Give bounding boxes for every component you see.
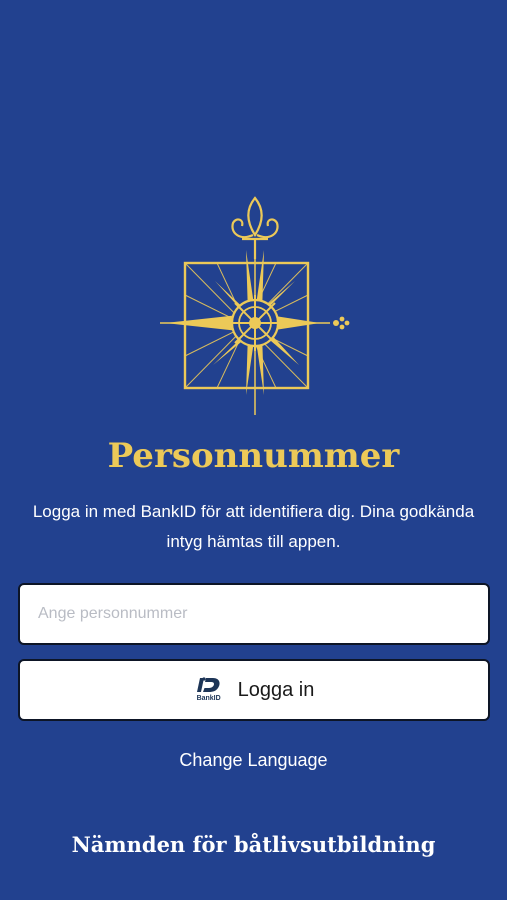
login-button[interactable]: BankID Logga in (18, 659, 490, 721)
bankid-icon: BankID (194, 676, 224, 704)
login-button-label: Logga in (237, 678, 315, 701)
logo-compass-icon (160, 196, 350, 415)
description-text: Logga in med BankID för att identifiera … (32, 502, 475, 551)
footer-organization: Nämnden för båtlivsutbildning (71, 832, 436, 857)
bankid-text: BankID (196, 695, 221, 702)
change-language-link[interactable]: Change Language (0, 750, 507, 771)
page-title: Personnummer (107, 436, 400, 476)
personnummer-input[interactable] (18, 583, 490, 645)
